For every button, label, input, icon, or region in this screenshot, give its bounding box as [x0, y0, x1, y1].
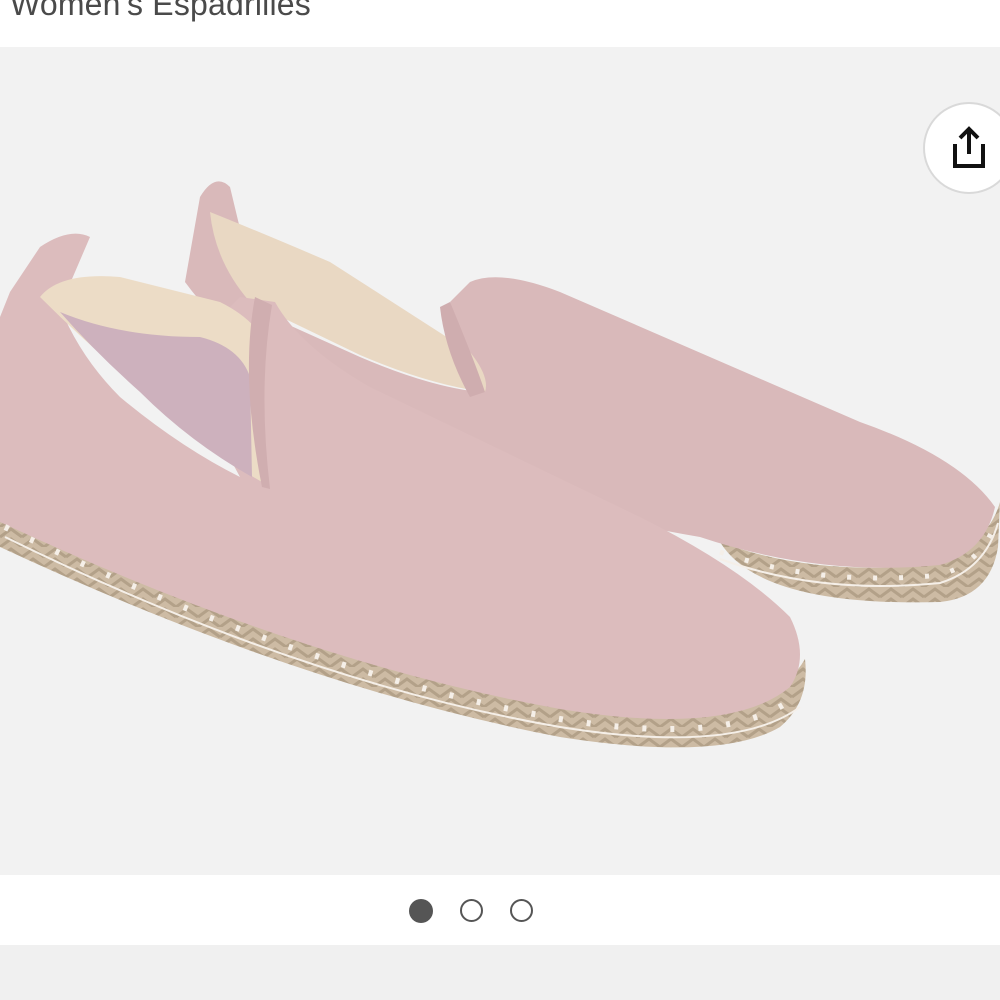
product-image[interactable]: [0, 47, 1000, 875]
image-pagination: [0, 875, 1000, 945]
section-divider: [0, 945, 1000, 1000]
share-icon: [953, 126, 985, 168]
pagination-dot-3[interactable]: [510, 899, 533, 922]
pagination-dot-1[interactable]: [409, 899, 433, 923]
product-image-gallery[interactable]: [0, 47, 1000, 875]
product-title: Women's Espadrilles: [10, 0, 311, 22]
pagination-dot-2[interactable]: [460, 899, 483, 922]
